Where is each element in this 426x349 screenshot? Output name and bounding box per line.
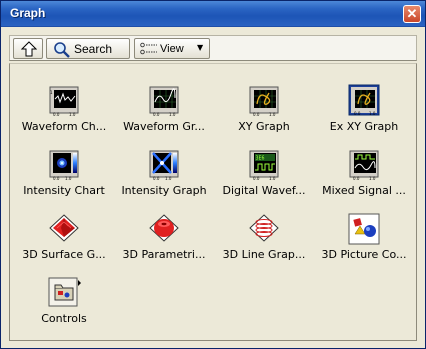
palette-item-digital-waveform[interactable]: 3E6 0.0 1.0 Digital Wavef... <box>214 148 314 210</box>
search-icon <box>54 42 70 58</box>
svg-text:1.0: 1.0 <box>369 111 376 116</box>
palette-item-label: Mixed Signal ... <box>322 184 406 197</box>
palette-item-label: 3D Line Grap... <box>222 248 306 261</box>
svg-text:0.0: 0.0 <box>353 176 360 181</box>
ex-xy-graph-icon: 0.0 1.0 <box>348 84 380 116</box>
palette-item-label: Intensity Chart <box>23 184 105 197</box>
chevron-down-icon: ▼ <box>197 43 204 52</box>
palette-item-controls-folder[interactable]: Controls <box>14 276 114 338</box>
palette-item-label: 3D Parametri... <box>122 248 206 261</box>
graph-palette-window: Graph ✕ Search View ▼ 1 0.0 1.0 Waveform… <box>0 0 426 349</box>
svg-text:0.0: 0.0 <box>354 111 361 116</box>
palette-item-waveform-graph[interactable]: 0.0 1.0 Waveform Gr... <box>114 84 214 146</box>
up-button[interactable] <box>13 38 43 59</box>
palette-item-label: Digital Wavef... <box>222 184 306 197</box>
intensity-graph-icon: 0.0 1.0 <box>149 150 179 181</box>
palette-item-label: Controls <box>41 312 87 325</box>
mixed-signal-icon: 0.0 1.0 <box>349 150 379 181</box>
xy-graph-icon: 0.0 1.0 <box>249 86 279 117</box>
view-button[interactable]: View ▼ <box>134 38 210 59</box>
svg-text:0.0: 0.0 <box>153 112 160 117</box>
title-bar[interactable]: Graph ✕ <box>1 1 425 27</box>
3d-line-graph-icon <box>249 214 279 242</box>
palette-items-panel: 1 0.0 1.0 Waveform Ch... 0.0 1.0 Wavefor… <box>9 63 417 341</box>
palette-item-intensity-graph[interactable]: 0.0 1.0 Intensity Graph <box>114 148 214 210</box>
view-options-icon <box>140 42 157 55</box>
svg-text:1.0: 1.0 <box>269 176 276 181</box>
palette-item-waveform-chart[interactable]: 1 0.0 1.0 Waveform Ch... <box>14 84 114 146</box>
window-title: Graph <box>10 6 46 20</box>
svg-text:0.0: 0.0 <box>253 112 260 117</box>
palette-item-3d-surface[interactable]: 3D Surface G... <box>14 212 114 274</box>
waveform-chart-icon: 1 0.0 1.0 <box>49 86 79 117</box>
svg-text:0.0: 0.0 <box>53 176 60 181</box>
up-arrow-icon <box>21 41 37 57</box>
controls-folder-icon <box>48 277 81 307</box>
svg-text:1.0: 1.0 <box>269 112 276 117</box>
palette-item-label: Waveform Ch... <box>21 120 107 133</box>
palette-item-3d-parametric[interactable]: 3D Parametri... <box>114 212 214 274</box>
palette-toolbar: Search View ▼ <box>9 35 417 61</box>
svg-text:1.0: 1.0 <box>169 112 176 117</box>
palette-item-label: 3D Surface G... <box>22 248 106 261</box>
waveform-graph-icon: 0.0 1.0 <box>149 86 179 117</box>
digital-waveform-icon: 3E6 0.0 1.0 <box>249 150 279 181</box>
palette-item-xy-graph[interactable]: 0.0 1.0 XY Graph <box>214 84 314 146</box>
svg-text:1.0: 1.0 <box>69 112 76 117</box>
3d-surface-icon <box>49 214 79 242</box>
svg-text:1.0: 1.0 <box>369 176 376 181</box>
svg-text:0.0: 0.0 <box>53 112 60 117</box>
palette-item-mixed-signal[interactable]: 0.0 1.0 Mixed Signal ... <box>314 148 414 210</box>
palette-item-label: XY Graph <box>238 120 290 133</box>
search-button[interactable]: Search <box>46 38 130 59</box>
palette-item-label: Intensity Graph <box>121 184 207 197</box>
svg-text:3E6: 3E6 <box>256 156 265 162</box>
3d-parametric-icon <box>149 214 179 242</box>
3d-picture-control-icon <box>348 213 380 245</box>
close-icon: ✕ <box>406 6 418 21</box>
svg-text:1.0: 1.0 <box>65 176 72 181</box>
svg-text:0.0: 0.0 <box>253 176 260 181</box>
palette-item-intensity-chart[interactable]: 0.0 1.0 Intensity Chart <box>14 148 114 210</box>
svg-text:0.0: 0.0 <box>153 176 160 181</box>
palette-item-label: 3D Picture Co... <box>321 248 407 261</box>
palette-item-3d-line-graph[interactable]: 3D Line Grap... <box>214 212 314 274</box>
palette-item-label: Ex XY Graph <box>329 120 399 133</box>
close-button[interactable]: ✕ <box>403 5 421 23</box>
palette-item-label: Waveform Gr... <box>123 120 205 133</box>
intensity-chart-icon: 0.0 1.0 <box>49 150 79 181</box>
svg-text:1.0: 1.0 <box>165 176 172 181</box>
palette-item-ex-xy-graph[interactable]: 0.0 1.0 Ex XY Graph <box>314 84 414 146</box>
palette-item-3d-picture-control[interactable]: 3D Picture Co... <box>314 212 414 274</box>
view-label: View <box>160 43 184 55</box>
search-label: Search <box>74 42 113 56</box>
